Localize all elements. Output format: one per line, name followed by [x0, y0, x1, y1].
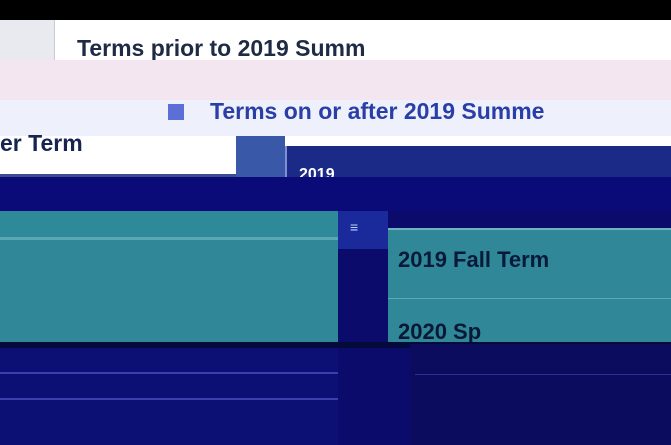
tab-terms-after[interactable]: Terms on or after 2019 Summe — [0, 98, 671, 136]
left-list-footer — [0, 342, 338, 445]
left-column-header: er Term — [0, 130, 236, 174]
term-selector-screen: Terms prior to 2019 Summ Terms on or aft… — [0, 0, 671, 445]
tab-spacer — [0, 20, 55, 60]
term-item[interactable]: 2020 Sp — [388, 298, 671, 345]
list-scroll-handle[interactable]: ≡ — [338, 211, 388, 249]
term-item-label: 2019 Fall Term — [398, 247, 550, 272]
left-list-divider — [0, 398, 338, 400]
right-list-empty-area — [410, 344, 671, 445]
tab-terms-prior[interactable]: Terms prior to 2019 Summ — [55, 20, 671, 61]
term-icon — [168, 104, 184, 120]
left-list-row[interactable] — [0, 240, 338, 342]
window-top-bar — [0, 0, 671, 20]
left-list-row[interactable] — [0, 211, 338, 237]
left-column-header-label: er Term — [0, 130, 83, 156]
header-underline-band — [0, 177, 671, 211]
right-list-divider — [415, 374, 671, 375]
scroll-grip-icon: ≡ — [350, 219, 359, 235]
tab-terms-after-label: Terms on or after 2019 Summe — [210, 98, 545, 124]
tab-terms-prior-label: Terms prior to 2019 Summ — [77, 35, 366, 61]
tab-band — [0, 60, 671, 100]
term-item[interactable]: 2019 Fall Term — [388, 228, 671, 300]
left-list-divider — [0, 372, 338, 374]
